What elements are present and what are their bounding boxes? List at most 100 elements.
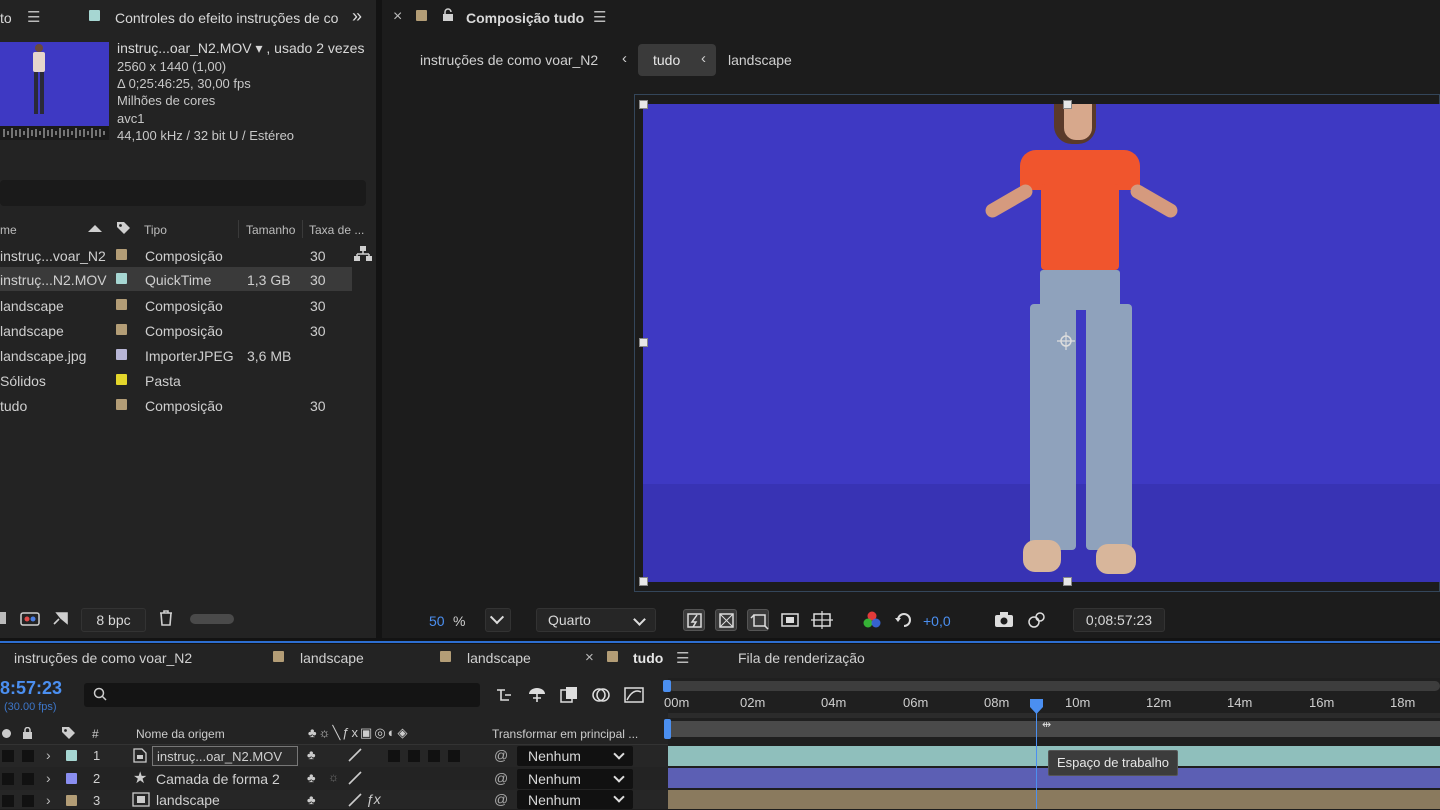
col-parent-header[interactable]: Transformar em principal ... — [492, 727, 642, 741]
layer-name[interactable]: instruç...oar_N2.MOV — [152, 746, 298, 766]
chevron-right-icon[interactable]: › — [46, 792, 51, 808]
transform-handle[interactable] — [1063, 100, 1072, 109]
project-item[interactable]: landscape Composição 30 — [0, 318, 352, 342]
lock-toggle[interactable] — [22, 795, 34, 807]
label-swatch[interactable] — [116, 299, 127, 310]
thumbnail-size-slider[interactable] — [190, 614, 234, 624]
project-tab[interactable]: to — [0, 10, 12, 26]
label-swatch[interactable] — [116, 273, 127, 284]
label-swatch[interactable] — [116, 399, 127, 410]
timeline-tab[interactable]: instruções de como voar_N2 — [14, 650, 192, 666]
transform-handle[interactable] — [1063, 577, 1072, 586]
solo-icon[interactable] — [2, 729, 11, 738]
bit-depth-button[interactable]: 8 bpc — [81, 608, 146, 632]
collapse-switch-icon[interactable]: ☼ — [328, 770, 339, 784]
zoom-dropdown[interactable] — [485, 608, 511, 632]
close-icon[interactable]: × — [393, 8, 402, 26]
shy-layers-icon[interactable] — [527, 686, 547, 704]
project-item[interactable]: landscape Composição 30 — [0, 293, 352, 317]
quality-switch-icon[interactable]: ╲ — [332, 725, 342, 740]
label-swatch[interactable] — [116, 324, 127, 335]
breadcrumb-item[interactable]: landscape — [728, 52, 792, 68]
solo-toggle[interactable] — [2, 750, 14, 762]
col-size-header[interactable]: Tamanho — [246, 223, 295, 237]
col-rate-header[interactable]: Taxa de ... — [309, 223, 364, 237]
shy-switch-icon[interactable]: ♣ — [308, 725, 319, 740]
panel-menu-icon[interactable]: ☰ — [27, 8, 40, 26]
project-item[interactable]: Sólidos Pasta — [0, 368, 352, 392]
project-search-input[interactable] — [0, 180, 366, 206]
quality-switch-icon[interactable] — [348, 771, 362, 785]
quality-switch-icon[interactable] — [348, 748, 362, 762]
collapse-switch-icon[interactable]: ☼ — [319, 725, 333, 740]
comp-flowchart-icon[interactable] — [495, 686, 515, 704]
effect-switch-icon[interactable]: ƒx — [366, 791, 381, 807]
shy-switch-icon[interactable]: ♣ — [307, 770, 316, 785]
exposure-value[interactable]: +0,0 — [923, 613, 951, 629]
region-of-interest-icon[interactable] — [779, 609, 801, 631]
timeline-timecode[interactable]: 8:57:23 — [0, 678, 62, 699]
lock-toggle[interactable] — [22, 750, 34, 762]
work-area-start-handle[interactable] — [664, 719, 671, 739]
fast-previews-icon[interactable] — [683, 609, 705, 631]
switch-box[interactable] — [428, 750, 440, 762]
motion-blur-switch-icon[interactable]: ◎ — [374, 725, 387, 740]
project-item[interactable]: instruç...N2.MOV QuickTime 1,3 GB 30 — [0, 267, 352, 291]
transform-handle[interactable] — [639, 577, 648, 586]
playhead-marker-icon[interactable] — [1030, 699, 1043, 714]
switch-box[interactable] — [408, 750, 420, 762]
pick-whip-icon[interactable]: @ — [494, 791, 508, 807]
label-swatch[interactable] — [116, 249, 127, 260]
new-comp-icon[interactable] — [52, 610, 70, 626]
timeline-tab[interactable]: landscape — [300, 650, 364, 666]
layer-row[interactable]: › 1 instruç...oar_N2.MOV ♣ @ Nenhum — [0, 745, 668, 767]
shy-switch-icon[interactable]: ♣ — [307, 792, 316, 807]
current-time-display[interactable]: 0;08:57:23 — [1073, 608, 1165, 632]
composition-viewer[interactable] — [643, 104, 1440, 582]
parent-dropdown[interactable]: Nenhum — [517, 746, 633, 766]
lock-icon[interactable] — [22, 726, 33, 740]
effects-controls-tab[interactable]: Controles do efeito instruções de co — [115, 10, 345, 26]
chevron-right-icon[interactable]: › — [46, 770, 51, 786]
breadcrumb-current[interactable]: tudo ‹ — [638, 44, 716, 76]
panel-menu-icon[interactable]: ☰ — [593, 8, 606, 26]
project-item[interactable]: tudo Composição 30 — [0, 393, 352, 417]
lock-toggle[interactable] — [22, 773, 34, 785]
shy-switch-icon[interactable]: ♣ — [307, 747, 316, 762]
time-navigator-bar[interactable] — [668, 681, 1440, 691]
layer-name[interactable]: Camada de forma 2 — [156, 771, 280, 787]
playhead-line[interactable] — [1036, 705, 1037, 809]
panel-menu-icon[interactable]: ☰ — [676, 649, 689, 667]
close-icon[interactable]: × — [585, 649, 594, 666]
anchor-point-icon[interactable] — [1057, 332, 1075, 350]
grid-guides-icon[interactable] — [811, 609, 833, 631]
parent-dropdown[interactable]: Nenhum — [517, 769, 633, 789]
zoom-value[interactable]: 50 — [429, 613, 445, 629]
label-tag-icon[interactable] — [61, 726, 76, 740]
motion-blur-icon[interactable] — [591, 686, 611, 704]
layer-name[interactable]: landscape — [156, 792, 220, 808]
layer-label-swatch[interactable] — [66, 750, 77, 761]
snapshot-camera-icon[interactable] — [993, 609, 1015, 631]
panel-overflow-icon[interactable]: » — [352, 6, 362, 27]
flowchart-icon[interactable] — [354, 246, 372, 262]
layer-label-swatch[interactable] — [66, 773, 77, 784]
graph-editor-icon[interactable] — [623, 686, 645, 704]
interpret-footage-icon[interactable] — [0, 612, 6, 624]
col-number-header[interactable]: # — [92, 727, 99, 741]
layer-bar-precomp[interactable] — [668, 790, 1440, 809]
navigator-start-handle[interactable] — [663, 680, 671, 692]
timeline-tab[interactable]: landscape — [467, 650, 531, 666]
layer-row[interactable]: › 3 landscape ♣ ƒx @ Nenhum — [0, 790, 668, 809]
chevron-right-icon[interactable]: › — [46, 747, 51, 763]
transform-handle[interactable] — [639, 100, 648, 109]
color-channels-icon[interactable] — [861, 609, 883, 631]
quality-switch-icon[interactable] — [348, 793, 362, 807]
sort-asc-icon[interactable] — [88, 225, 102, 232]
transform-handle[interactable] — [639, 338, 648, 347]
col-source-header[interactable]: Nome da origem — [136, 727, 225, 741]
project-item[interactable]: landscape.jpg ImporterJPEG 3,6 MB — [0, 343, 352, 367]
mask-visibility-icon[interactable] — [747, 609, 769, 631]
reset-exposure-icon[interactable] — [893, 609, 915, 631]
layer-search-input[interactable] — [84, 683, 480, 707]
